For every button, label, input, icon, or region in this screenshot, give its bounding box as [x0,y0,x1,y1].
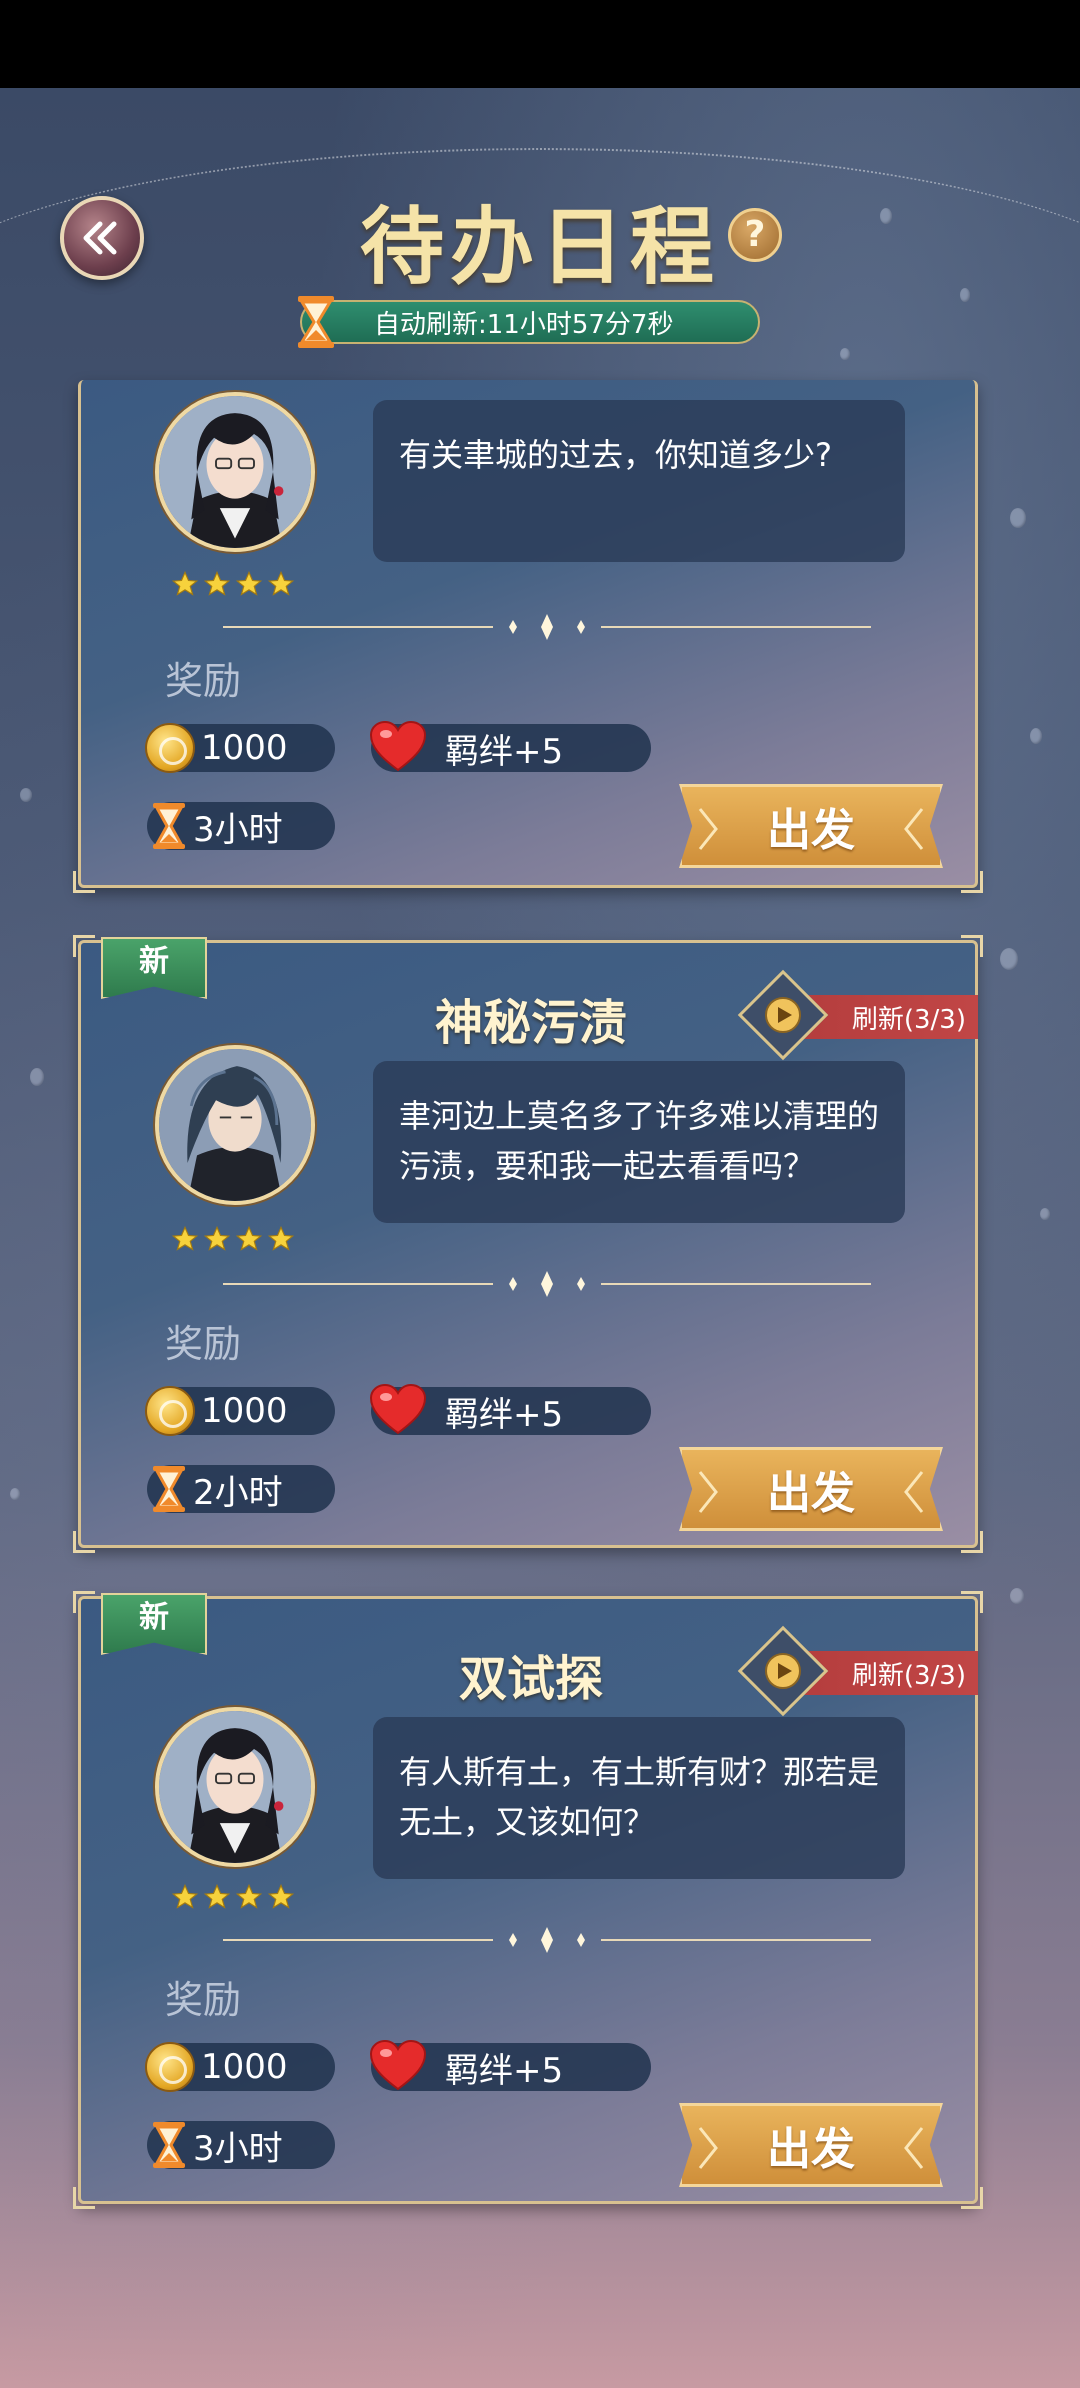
star-icon [171,1225,199,1251]
dialog-bubble: 聿河边上莫名多了许多难以清理的污渍，要和我一起去看看吗？ [373,1061,905,1223]
play-icon [765,1653,801,1689]
go-button[interactable]: 出发 [679,784,943,868]
star-icon [267,570,295,596]
character-portrait [159,1711,311,1863]
character-portrait [159,1049,311,1201]
avatar [155,1045,315,1205]
hourglass-icon [153,1466,185,1512]
star-rating [171,570,295,598]
avatar [155,1707,315,1867]
star-rating [171,1883,295,1911]
character-portrait [159,396,311,548]
status-bar [0,0,1080,88]
reward-label: 奖励 [165,1978,242,2022]
go-button-label: 出发 [767,2124,855,2175]
task-card: 新 双试探 刷新(3/3) 有人斯有土，有土斯有财？那若是无土，又该如何？ 奖励… [73,1591,983,2209]
ornament-divider [223,1271,871,1297]
hourglass-icon [298,296,334,348]
star-icon [171,570,199,596]
task-card: 新 神秘污渍 刷新(3/3) 聿河边上莫名多了许多难以清理的污渍，要和我一起去看… [73,935,983,1553]
star-icon [267,1883,295,1909]
go-button[interactable]: 出发 [679,2103,943,2187]
ornament-divider [223,614,871,640]
star-icon [203,1225,231,1251]
star-icon [235,1225,263,1251]
duration-text: 3小时 [193,2128,283,2169]
avatar [155,392,315,552]
ornament-divider [223,1927,871,1953]
play-icon [765,997,801,1033]
bond-amount: 羁绊+5 [445,2050,564,2091]
coin-amount: 1000 [201,1391,288,1431]
heart-icon [369,1383,427,1435]
star-icon [235,570,263,596]
reward-label: 奖励 [165,659,242,703]
dialog-bubble: 有人斯有土，有土斯有财？那若是无土，又该如何？ [373,1717,905,1879]
hourglass-icon [153,803,185,849]
task-card: 有关聿城的过去，你知道多少? 奖励 1000 羁绊+5 3小时 出发 [73,380,983,893]
star-icon [203,1883,231,1909]
star-rating [171,1225,295,1253]
go-button[interactable]: 出发 [679,1447,943,1531]
duration-text: 3小时 [193,809,283,850]
coin-icon [145,1386,195,1436]
reward-label: 奖励 [165,1322,242,1366]
hourglass-icon [153,2122,185,2168]
help-icon[interactable]: ? [728,208,782,262]
heart-icon [369,720,427,772]
bond-amount: 羁绊+5 [445,731,564,772]
star-icon [267,1225,295,1251]
coin-icon [145,723,195,773]
bond-amount: 羁绊+5 [445,1394,564,1435]
star-icon [203,570,231,596]
coin-icon [145,2042,195,2092]
auto-refresh-timer: 自动刷新:11小时57分7秒 [300,300,760,344]
coin-amount: 1000 [201,728,288,768]
star-icon [171,1883,199,1909]
go-button-label: 出发 [767,1468,855,1519]
coin-amount: 1000 [201,2047,288,2087]
dialog-bubble: 有关聿城的过去，你知道多少? [373,400,905,562]
duration-text: 2小时 [193,1472,283,1513]
page-title: 待办日程 [359,197,720,296]
star-icon [235,1883,263,1909]
go-button-label: 出发 [767,805,855,856]
heart-icon [369,2039,427,2091]
